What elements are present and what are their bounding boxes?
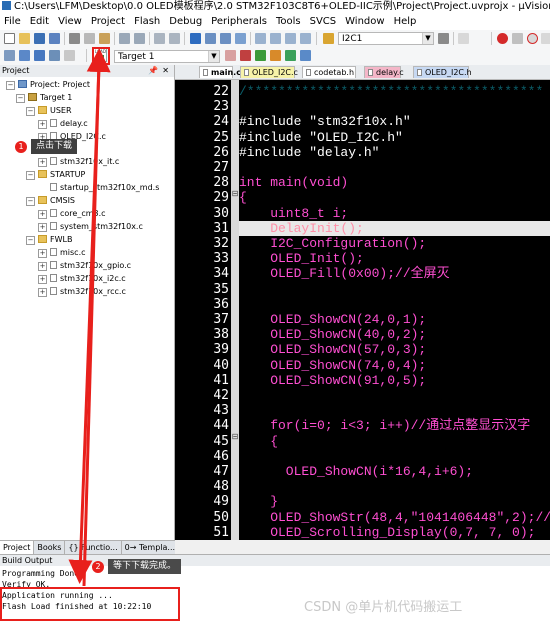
step-badge: 1 [15,141,27,153]
callout-wait-download: 等下下载完成。 [108,559,182,574]
callout-click-download: 点击下载 [31,139,78,154]
output-highlight-box [0,587,180,621]
arrow-down-annotation [68,67,101,584]
download-highlight-box [92,47,110,65]
annotation-arrows [68,48,111,587]
callout-text: 点击下载 [36,141,73,151]
step-badge: 2 [92,561,104,573]
watermark: CSDN @单片机代码搬运工 [304,600,463,615]
callout-text: 等下下载完成。 [113,561,177,571]
